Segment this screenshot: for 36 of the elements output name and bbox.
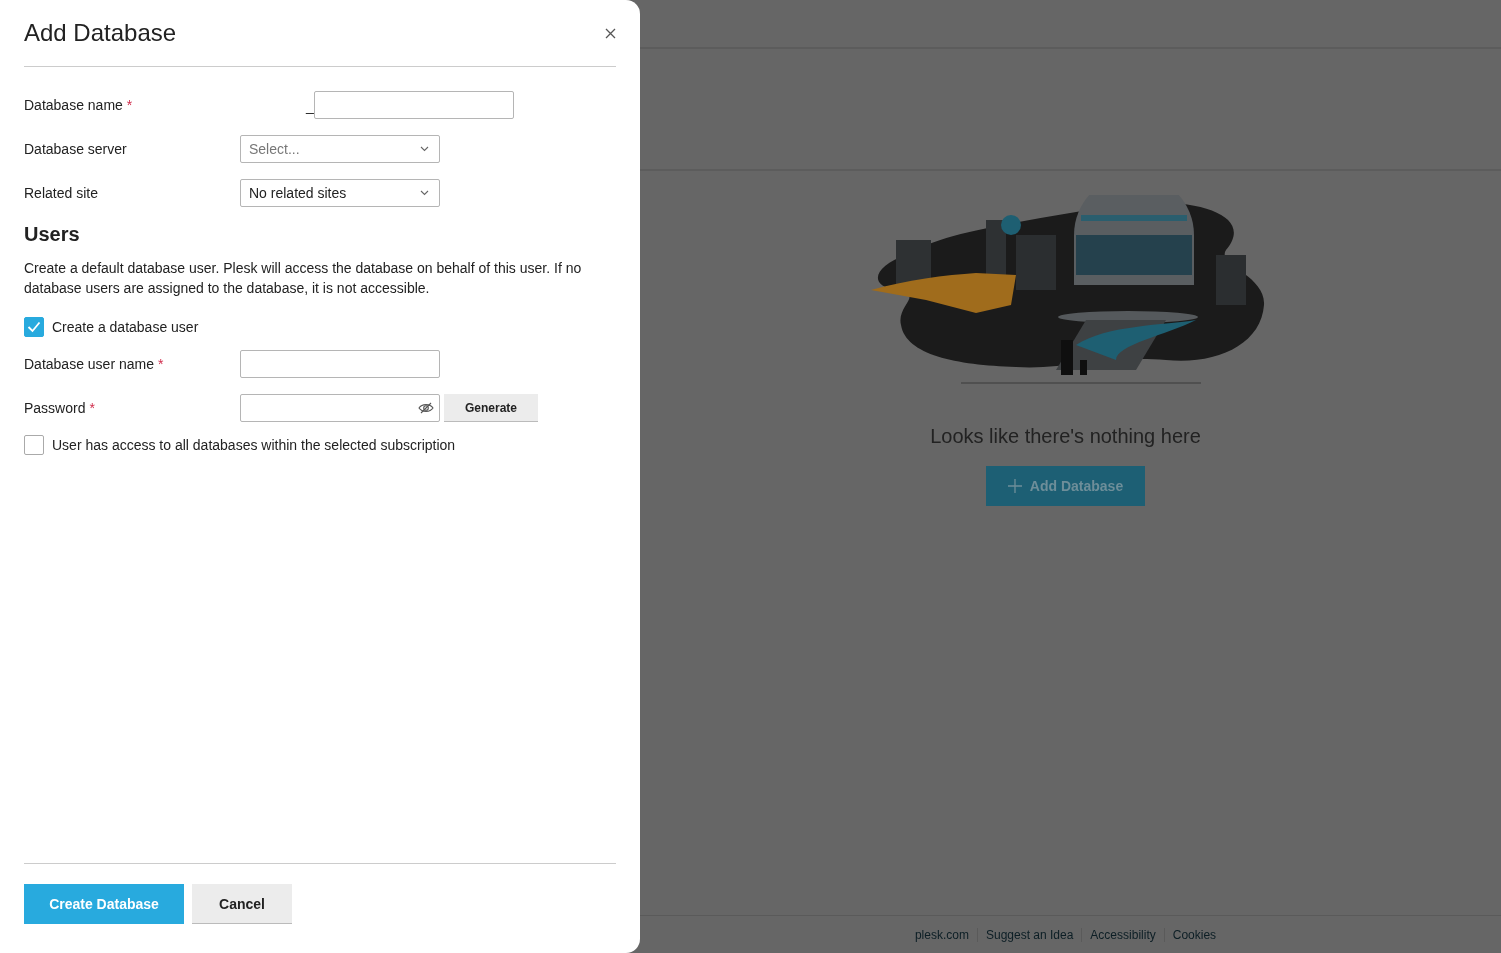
name-prefix: _	[306, 99, 314, 116]
field-label: Database user name	[24, 356, 154, 372]
checkbox-label: Create a database user	[52, 319, 199, 335]
checkbox[interactable]	[24, 317, 44, 337]
section-heading: Users	[24, 223, 81, 246]
input-field[interactable]	[313, 91, 514, 119]
chevron-down-icon	[420, 146, 429, 152]
required-asterisk: *	[157, 356, 164, 372]
footer-link[interactable]: Suggest an Idea	[977, 927, 1082, 942]
plus-icon	[1007, 479, 1022, 493]
checkmark-icon	[27, 321, 41, 333]
required-asterisk: *	[89, 400, 95, 416]
select-dropdown[interactable]: Select...	[240, 135, 440, 163]
footer-link[interactable]: Cookies	[1164, 927, 1225, 942]
footer-link[interactable]: plesk.com	[906, 927, 977, 942]
field-label: Database name	[24, 97, 123, 113]
cancel-button[interactable]: Cancel	[192, 884, 292, 924]
field-label: Related site	[24, 185, 98, 201]
generate-button[interactable]: Generate	[444, 394, 538, 422]
input-field[interactable]	[240, 350, 440, 378]
section-description: Create a default database user. Plesk will access the database on behalf of this user. If no database users are assigned to the database, it is not accessible.	[24, 259, 583, 298]
eye-slash-icon	[418, 402, 434, 414]
field-label: Database server	[24, 141, 127, 157]
field-label: Password	[24, 400, 86, 416]
add-database-button[interactable]: Add Database	[986, 466, 1145, 506]
checkbox-label: User has access to all databases within the selected subscription	[52, 437, 456, 453]
empty-state-message: Looks like there's nothing here	[930, 425, 1201, 448]
password-field[interactable]	[240, 394, 440, 422]
select-dropdown[interactable]: No related sites	[240, 179, 440, 207]
checkbox[interactable]	[24, 435, 44, 455]
chevron-down-icon	[420, 190, 429, 196]
close-icon	[604, 27, 616, 39]
required-asterisk: *	[126, 97, 133, 113]
dialog-title: Add Database	[24, 19, 177, 47]
create-button[interactable]: Create Database	[24, 884, 184, 924]
footer-link[interactable]: Accessibility	[1082, 927, 1164, 942]
